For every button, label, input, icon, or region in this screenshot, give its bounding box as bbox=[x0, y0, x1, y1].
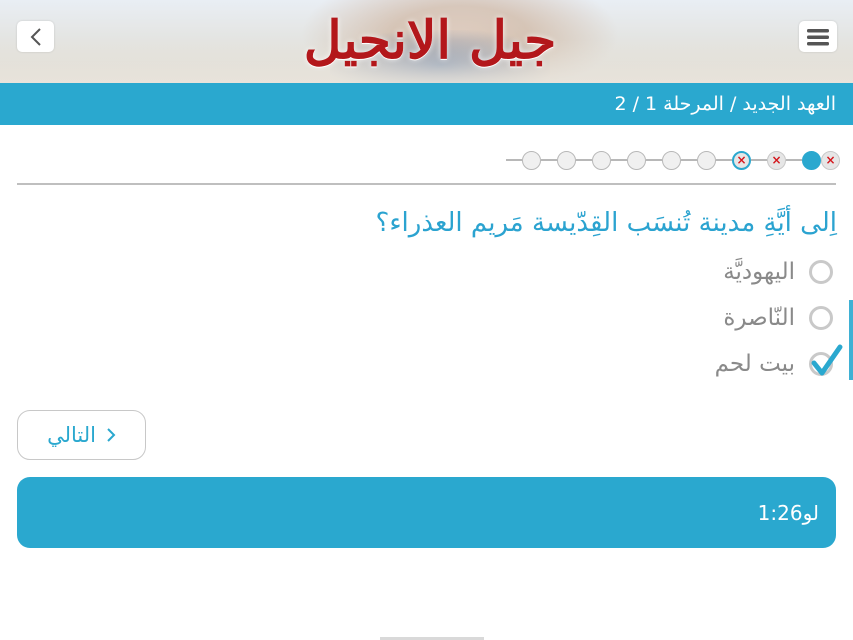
answer-label: النّاصرة bbox=[723, 305, 795, 331]
answer-label: بيت لحم bbox=[714, 351, 795, 377]
progress-step bbox=[541, 150, 576, 170]
radio-button[interactable] bbox=[809, 306, 833, 330]
progress-step bbox=[786, 150, 821, 170]
progress-step: × bbox=[716, 150, 751, 170]
chevron-left-icon bbox=[30, 27, 41, 46]
chevron-right-icon bbox=[107, 428, 116, 442]
answer-option-2[interactable]: النّاصرة bbox=[533, 298, 833, 338]
progress-step bbox=[681, 150, 716, 170]
answer-option-1[interactable]: اليهوديَّة bbox=[533, 252, 833, 292]
app-logo-title: جيل الانجيل bbox=[303, 9, 557, 71]
progress-connector bbox=[646, 159, 662, 161]
progress-connector bbox=[681, 159, 697, 161]
progress-connector bbox=[751, 159, 767, 161]
app-header: جيل الانجيل bbox=[0, 0, 853, 83]
progress-dot-wrong: × bbox=[732, 150, 751, 170]
progress-dot-pending bbox=[557, 150, 576, 170]
progress-connector bbox=[576, 159, 592, 161]
progress-dot-pending bbox=[662, 150, 681, 170]
menu-button[interactable] bbox=[799, 21, 837, 52]
answer-label: اليهوديَّة bbox=[723, 259, 795, 285]
progress-connector bbox=[611, 159, 627, 161]
back-button[interactable] bbox=[17, 21, 54, 52]
progress-dot-wrong: × bbox=[821, 150, 840, 170]
progress-dot-pending bbox=[522, 150, 541, 170]
progress-step bbox=[611, 150, 646, 170]
checkmark-icon bbox=[811, 344, 843, 376]
stage-bar: العهد الجديد / المرحلة 1 / 2 bbox=[0, 83, 853, 125]
bible-reference-text: لو1:26 bbox=[757, 500, 819, 525]
question-text: اِلى أيَّةِ مدينة تُنسَب القِدّيسة مَريم… bbox=[375, 208, 837, 238]
stage-breadcrumb: العهد الجديد / المرحلة 1 / 2 bbox=[614, 93, 836, 115]
bible-reference-box: لو1:26 bbox=[17, 477, 836, 548]
progress-step bbox=[646, 150, 681, 170]
progress-step: × bbox=[751, 150, 786, 170]
progress-dot-pending bbox=[592, 150, 611, 170]
progress-dot-pending bbox=[627, 150, 646, 170]
radio-button-selected[interactable] bbox=[809, 344, 843, 376]
progress-connector bbox=[506, 159, 522, 161]
progress-connector bbox=[716, 159, 732, 161]
divider bbox=[17, 183, 836, 185]
progress-step bbox=[576, 150, 611, 170]
progress-connector bbox=[786, 159, 802, 161]
progress-connector bbox=[541, 159, 557, 161]
question-progress: × × × bbox=[500, 148, 840, 172]
progress-step bbox=[506, 150, 541, 170]
progress-step: × bbox=[821, 150, 840, 170]
progress-dot-pending bbox=[697, 150, 716, 170]
progress-dot-wrong: × bbox=[767, 150, 786, 170]
hamburger-menu-icon bbox=[807, 28, 829, 45]
answer-option-3[interactable]: بيت لحم bbox=[533, 344, 843, 384]
next-button-label: التالي bbox=[47, 423, 96, 447]
next-button[interactable]: التالي bbox=[17, 410, 146, 460]
progress-dot-current bbox=[802, 150, 821, 170]
scrollbar[interactable] bbox=[849, 300, 853, 380]
radio-button[interactable] bbox=[809, 260, 833, 284]
